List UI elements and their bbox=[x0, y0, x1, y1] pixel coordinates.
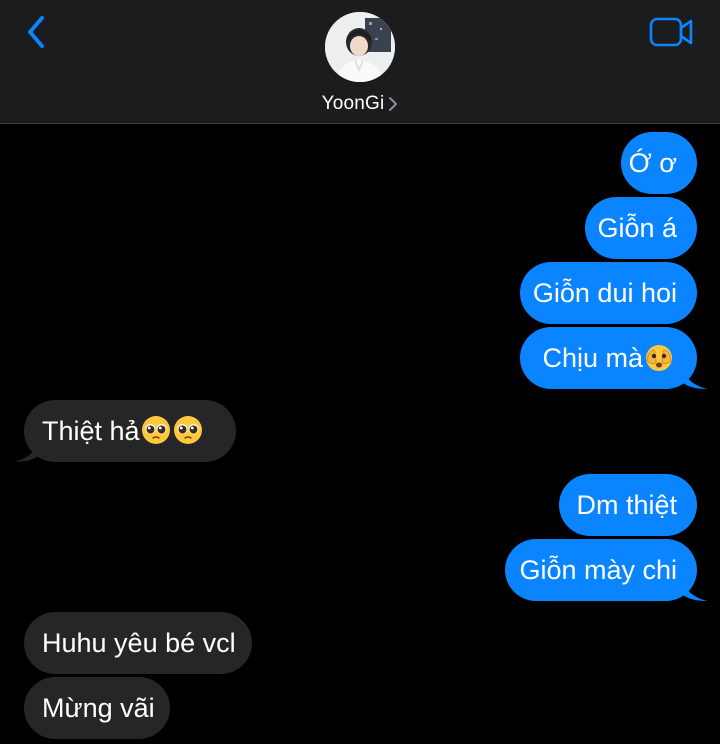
message-text: Huhu yêu bé vcl bbox=[42, 628, 236, 658]
message-bubble-outgoing[interactable]: Giỗn á bbox=[585, 197, 697, 259]
message-bubble-outgoing[interactable]: Ớ ơ bbox=[621, 132, 697, 194]
bubble-tail bbox=[683, 367, 707, 389]
message-text: Dm thiệt bbox=[576, 490, 677, 520]
message-text: Giỗn mày chi bbox=[519, 555, 677, 585]
message-text: Giỗn dui hoi bbox=[532, 278, 677, 308]
video-call-button[interactable] bbox=[648, 14, 696, 50]
contact-avatar[interactable] bbox=[325, 12, 395, 82]
message-bubble-outgoing[interactable]: Giỗn mày chi bbox=[505, 539, 707, 601]
video-camera-icon bbox=[649, 17, 693, 47]
back-button[interactable] bbox=[20, 12, 56, 52]
bubble-tail bbox=[683, 579, 707, 601]
message-text: Mừng vãi bbox=[42, 693, 155, 723]
avatar-photo bbox=[325, 12, 395, 82]
chevron-left-icon bbox=[28, 16, 44, 48]
message-bubble-outgoing[interactable]: Dm thiệt bbox=[559, 474, 697, 536]
message-bubble-outgoing[interactable]: Giỗn dui hoi bbox=[520, 262, 697, 324]
message-text: Giỗn á bbox=[597, 213, 677, 243]
message-text: Chịu mà bbox=[542, 343, 643, 373]
chevron-right-icon bbox=[388, 96, 398, 112]
face-holding-back-tears-hand-over-eyes-icon bbox=[646, 345, 672, 371]
message-text: Ớ ơ bbox=[628, 148, 677, 178]
pleading-face-icon bbox=[141, 416, 170, 444]
contact-name: YoonGi bbox=[321, 93, 385, 114]
conversation-header: YoonGi bbox=[0, 0, 720, 124]
message-bubble-incoming[interactable]: Thiệt hả bbox=[14, 400, 236, 462]
pleading-face-icon bbox=[173, 416, 202, 444]
message-bubble-outgoing[interactable]: Chịu mà bbox=[520, 327, 707, 389]
message-bubble-incoming[interactable]: Mừng vãi bbox=[24, 677, 170, 739]
contact-name-button[interactable]: YoonGi bbox=[0, 90, 720, 118]
message-text: Thiệt hả bbox=[42, 416, 140, 446]
bubble-tail bbox=[14, 440, 38, 462]
message-bubble-incoming[interactable]: Huhu yêu bé vcl bbox=[24, 612, 252, 674]
